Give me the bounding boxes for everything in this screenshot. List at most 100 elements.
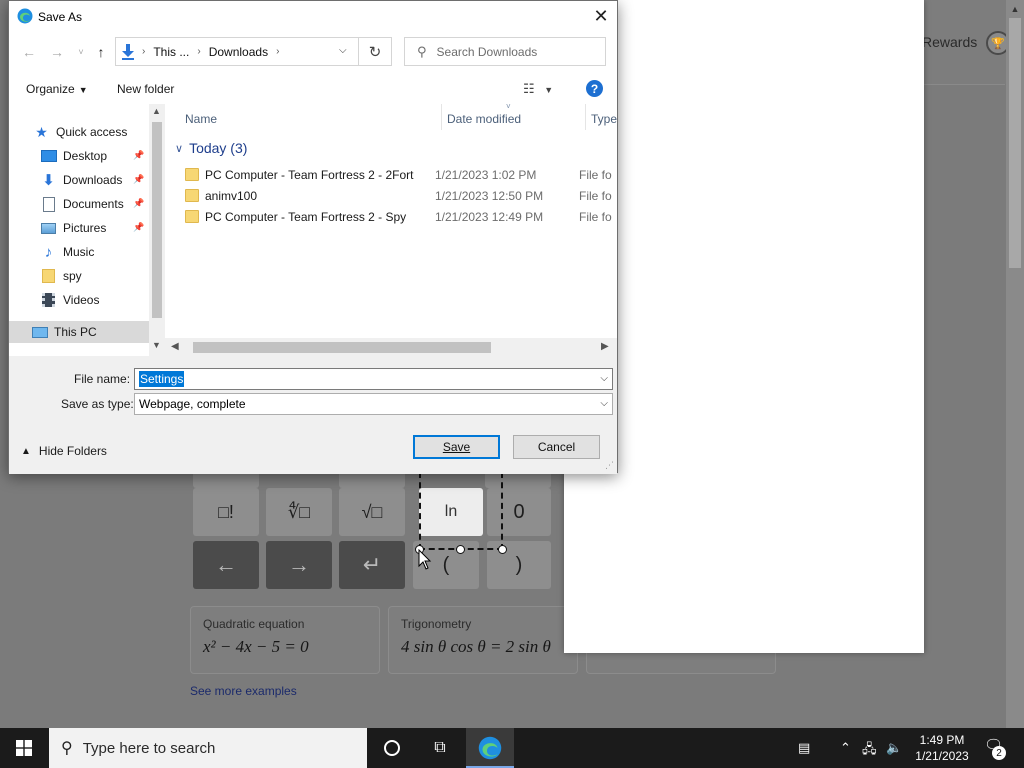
news-widget-icon[interactable]: ▤ bbox=[798, 740, 810, 756]
nth-root-key[interactable]: ∜□ bbox=[266, 488, 332, 536]
scroll-left-icon[interactable]: ◀ bbox=[171, 341, 179, 352]
group-header-today[interactable]: ∨ Today (3) bbox=[175, 140, 247, 156]
rewards-label[interactable]: Rewards bbox=[922, 34, 977, 50]
pin-icon[interactable]: 📌 bbox=[133, 174, 144, 185]
chevron-up-icon[interactable]: ⌃ bbox=[840, 740, 851, 756]
left-arrow-key[interactable]: ← bbox=[193, 541, 259, 589]
nav-item-quick-access[interactable]: ★ Quick access bbox=[9, 121, 149, 143]
folder-icon bbox=[185, 189, 199, 202]
recent-dropdown-icon[interactable]: ˅ bbox=[71, 42, 91, 62]
pin-icon[interactable]: 📌 bbox=[133, 222, 144, 233]
cancel-button[interactable]: Cancel bbox=[513, 435, 600, 459]
edge-icon bbox=[478, 736, 502, 760]
file-date: 1/21/2023 12:50 PM bbox=[435, 188, 544, 203]
column-name[interactable]: Name bbox=[185, 112, 217, 126]
chevron-right-icon[interactable]: › bbox=[142, 46, 145, 57]
breadcrumb-this-pc[interactable]: This ... bbox=[153, 45, 189, 59]
resize-grip-icon[interactable]: ⋰ bbox=[605, 460, 614, 471]
dialog-title: Save As bbox=[38, 10, 83, 24]
view-options-icon[interactable]: ☷ ▼ bbox=[523, 81, 553, 97]
sqrt-key[interactable]: √□ bbox=[339, 488, 405, 536]
right-arrow-key[interactable]: → bbox=[266, 541, 332, 589]
nav-item-spy[interactable]: spy bbox=[9, 265, 149, 287]
scroll-down-icon[interactable]: ▼ bbox=[152, 340, 161, 350]
star-icon: ★ bbox=[35, 123, 48, 140]
column-divider[interactable] bbox=[441, 104, 442, 130]
download-icon: ⬇ bbox=[42, 172, 55, 189]
scroll-up-icon[interactable]: ▲ bbox=[152, 106, 161, 116]
example-trigonometry[interactable]: Trigonometry 4 sin θ cos θ = 2 sin θ bbox=[388, 606, 578, 674]
dialog-toolbar: Organize ▼ New folder ☷ ▼ ? bbox=[9, 74, 617, 104]
file-row[interactable]: PC Computer - Team Fortress 2 - Spy 1/21… bbox=[185, 206, 617, 227]
dialog-footer: File name: Settings ⌵ Save as type: Webp… bbox=[9, 356, 617, 474]
edge-taskbar-button[interactable] bbox=[466, 728, 514, 768]
refresh-icon[interactable]: ↻ bbox=[359, 37, 392, 66]
organize-button[interactable]: Organize ▼ bbox=[26, 82, 88, 96]
back-arrow-icon[interactable]: ← bbox=[19, 42, 39, 62]
caret-down-icon: ▼ bbox=[78, 85, 88, 95]
chevron-down-icon[interactable]: ∨ bbox=[175, 142, 183, 155]
save-button[interactable]: Save bbox=[413, 435, 500, 459]
example-quadratic[interactable]: Quadratic equation x² − 4x − 5 = 0 bbox=[190, 606, 380, 674]
breadcrumb-downloads[interactable]: Downloads bbox=[209, 45, 268, 59]
column-type[interactable]: Type bbox=[591, 112, 617, 126]
page-scroll-thumb[interactable] bbox=[1009, 18, 1021, 268]
help-icon[interactable]: ? bbox=[586, 80, 603, 97]
save-type-select[interactable]: Webpage, complete ⌵ bbox=[134, 393, 613, 415]
nav-item-pictures[interactable]: Pictures 📌 bbox=[9, 217, 149, 239]
nav-scroll-thumb[interactable] bbox=[152, 122, 162, 318]
horizontal-scroll-thumb[interactable] bbox=[193, 342, 491, 353]
search-input[interactable]: ⚲ Search Downloads bbox=[404, 37, 606, 66]
enter-key[interactable]: ↵ bbox=[339, 541, 405, 589]
chevron-right-icon[interactable]: › bbox=[197, 46, 200, 57]
horizontal-scrollbar[interactable]: ◀ ▶ bbox=[165, 338, 617, 356]
network-icon[interactable]: 🖧 bbox=[862, 740, 877, 762]
factorial-key[interactable]: □! bbox=[193, 488, 259, 536]
see-more-link[interactable]: See more examples bbox=[190, 684, 297, 698]
close-icon[interactable]: ✕ bbox=[584, 3, 618, 30]
nav-item-documents[interactable]: Documents 📌 bbox=[9, 193, 149, 215]
address-bar[interactable]: › This ... › Downloads › ⌵ bbox=[115, 37, 359, 66]
file-name-value: Settings bbox=[139, 371, 185, 387]
nav-item-desktop[interactable]: Desktop 📌 bbox=[9, 145, 149, 167]
dialog-titlebar[interactable]: Save As ✕ bbox=[9, 1, 617, 32]
chevron-right-icon[interactable]: › bbox=[276, 46, 279, 57]
chevron-down-icon[interactable]: ⌵ bbox=[339, 45, 347, 56]
file-date: 1/21/2023 12:49 PM bbox=[435, 209, 544, 224]
edge-icon bbox=[17, 8, 33, 24]
file-row[interactable]: PC Computer - Team Fortress 2 - 2Fort 1/… bbox=[185, 164, 617, 185]
cortana-icon[interactable] bbox=[380, 736, 404, 760]
hide-folders-toggle[interactable]: ▲ Hide Folders bbox=[21, 444, 107, 458]
clock[interactable]: 1:49 PM 1/21/2023 bbox=[908, 732, 976, 764]
scroll-right-icon[interactable]: ▶ bbox=[601, 341, 609, 352]
sort-indicator-icon: ˅ bbox=[506, 104, 511, 111]
file-name-input[interactable]: Settings ⌵ bbox=[134, 368, 613, 390]
resize-handle[interactable] bbox=[456, 545, 465, 554]
task-view-icon[interactable]: ⧉ bbox=[428, 736, 452, 760]
music-icon: ♪ bbox=[44, 243, 53, 261]
column-divider[interactable] bbox=[585, 104, 586, 130]
chevron-down-icon[interactable]: ⌵ bbox=[600, 398, 608, 409]
new-folder-button[interactable]: New folder bbox=[117, 82, 174, 96]
resize-handle[interactable] bbox=[498, 545, 507, 554]
nav-item-this-pc[interactable]: This PC bbox=[9, 321, 149, 343]
nav-item-videos[interactable]: Videos bbox=[9, 289, 149, 311]
scroll-up-icon[interactable]: ▲ bbox=[1006, 0, 1024, 18]
chevron-down-icon[interactable]: ⌵ bbox=[600, 373, 608, 384]
file-name: animv100 bbox=[205, 188, 258, 203]
clock-time: 1:49 PM bbox=[919, 733, 965, 747]
nav-label: Music bbox=[63, 245, 95, 259]
pin-icon[interactable]: 📌 bbox=[133, 198, 144, 209]
example-formula: x² − 4x − 5 = 0 bbox=[203, 637, 309, 656]
volume-icon[interactable]: 🔈 bbox=[886, 740, 902, 756]
file-row[interactable]: animv100 1/21/2023 12:50 PM File fo bbox=[185, 185, 617, 206]
taskbar-search-input[interactable]: ⚲ Type here to search bbox=[49, 728, 367, 768]
column-date-modified[interactable]: Date modified bbox=[447, 112, 521, 126]
windows-start-icon[interactable] bbox=[16, 740, 32, 756]
forward-arrow-icon[interactable]: → bbox=[47, 42, 67, 62]
selection-rectangle[interactable] bbox=[419, 472, 503, 550]
nav-item-music[interactable]: ♪ Music bbox=[9, 241, 149, 263]
nav-item-downloads[interactable]: ⬇ Downloads 📌 bbox=[9, 169, 149, 191]
up-arrow-icon[interactable]: ↑ bbox=[91, 42, 111, 62]
pin-icon[interactable]: 📌 bbox=[133, 150, 144, 161]
